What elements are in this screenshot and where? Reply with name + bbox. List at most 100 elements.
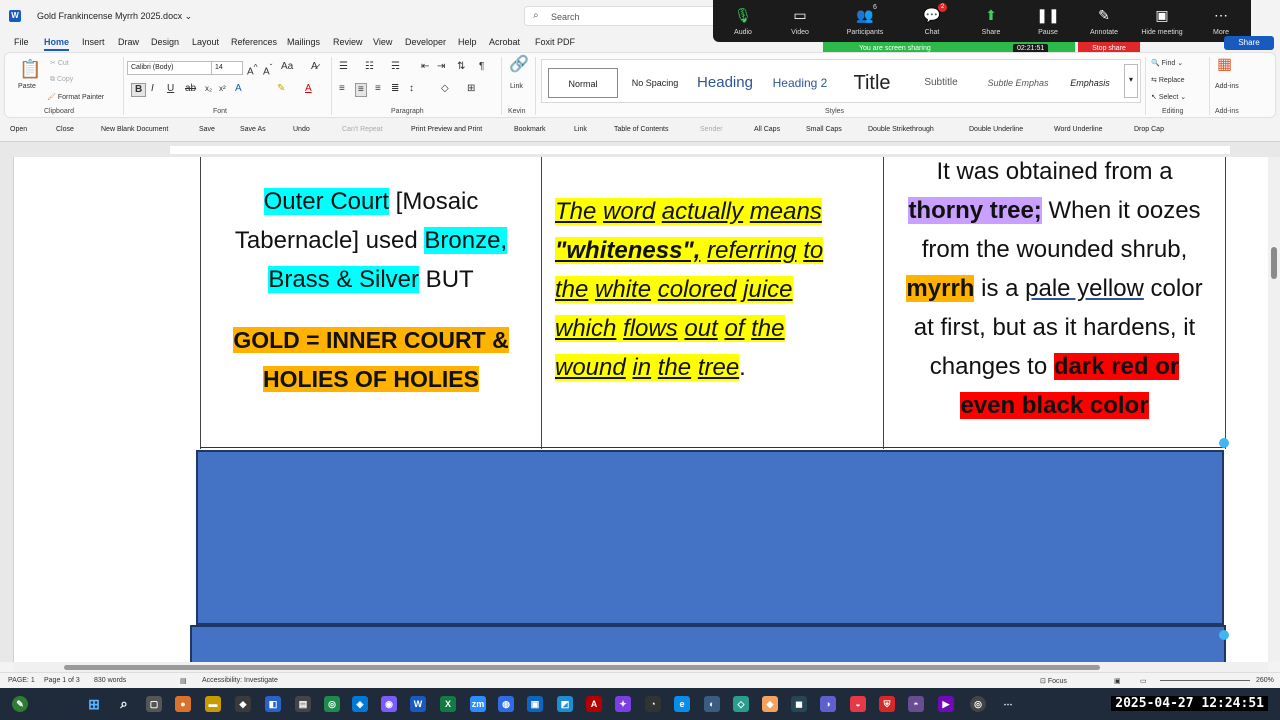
change-case-icon[interactable]: Aa bbox=[281, 61, 293, 73]
vertical-scrollbar[interactable] bbox=[1268, 157, 1280, 662]
text-effects-icon[interactable]: A bbox=[235, 83, 242, 95]
app-icon-6[interactable]: ◍ bbox=[498, 696, 514, 712]
qat-table-of-contents[interactable]: Table of Contents bbox=[614, 126, 668, 133]
multilevel-list-icon[interactable]: ☴ bbox=[391, 61, 400, 73]
app-icon-18[interactable]: ▶ bbox=[938, 696, 954, 712]
qat-double-strikethrough[interactable]: Double Strikethrough bbox=[868, 126, 934, 133]
style-subtitle[interactable]: Subtitle bbox=[906, 68, 976, 98]
table-cell-3[interactable]: It was obtained from a thorny tree; When… bbox=[884, 157, 1226, 449]
align-center-icon[interactable]: ≡ bbox=[355, 83, 367, 97]
tab-design[interactable]: Design bbox=[151, 37, 179, 47]
style-title[interactable]: Title bbox=[840, 68, 904, 98]
page-count[interactable]: Page 1 of 3 bbox=[44, 677, 80, 684]
app-icon-19[interactable]: ◎ bbox=[970, 696, 986, 712]
tab-layout[interactable]: Layout bbox=[192, 37, 219, 47]
qat-sender[interactable]: Sender bbox=[700, 126, 723, 133]
shape-resize-handle[interactable] bbox=[1219, 438, 1229, 448]
task-view-icon[interactable]: ▢ bbox=[146, 696, 162, 712]
qat-undo[interactable]: Undo bbox=[293, 126, 310, 133]
app-icon[interactable]: ◆ bbox=[235, 696, 251, 712]
style-heading-2[interactable]: Heading 2 bbox=[764, 68, 836, 98]
shrink-font-icon[interactable]: Aˇ bbox=[263, 61, 272, 78]
cut-button[interactable]: ✂ Cut bbox=[50, 59, 69, 67]
font-color-icon[interactable]: A bbox=[305, 83, 312, 95]
word-taskbar-icon[interactable]: W bbox=[410, 696, 426, 712]
app-icon-4[interactable]: ◎ bbox=[324, 696, 340, 712]
link-button[interactable]: Link bbox=[510, 83, 523, 90]
italic-icon[interactable]: I bbox=[151, 83, 154, 95]
styles-more-icon[interactable]: ▾ bbox=[1124, 64, 1138, 98]
tab-mailings[interactable]: Mailings bbox=[287, 37, 320, 47]
app-icon-3[interactable]: ▤ bbox=[295, 696, 311, 712]
qat-drop-cap[interactable]: Drop Cap bbox=[1134, 126, 1164, 133]
highlight-icon[interactable]: ✎ bbox=[277, 83, 285, 95]
tab-references[interactable]: References bbox=[231, 37, 277, 47]
decrease-indent-icon[interactable]: ⇤ bbox=[421, 61, 429, 73]
windows-start-icon[interactable]: ⊞ bbox=[86, 696, 102, 712]
horizontal-scroll-thumb[interactable] bbox=[64, 665, 1100, 670]
tab-view[interactable]: View bbox=[373, 37, 392, 47]
blue-rectangle-shape[interactable] bbox=[196, 450, 1224, 625]
line-spacing-icon[interactable]: ↕ bbox=[409, 83, 414, 95]
style-heading[interactable]: Heading bbox=[690, 68, 760, 98]
app-icon-15[interactable]: ◑ bbox=[820, 696, 836, 712]
zoom-level[interactable]: 260% bbox=[1256, 677, 1274, 684]
shading-icon[interactable]: ◇ bbox=[441, 83, 449, 95]
zoom-slider[interactable] bbox=[1160, 680, 1250, 681]
qat-cant-repeat[interactable]: Can't Repeat bbox=[342, 126, 383, 133]
format-painter-button[interactable]: 🖌 Format Painter bbox=[47, 93, 104, 101]
shield-icon[interactable]: ⛨ bbox=[879, 696, 895, 712]
user-avatar-icon[interactable]: ✎ bbox=[12, 696, 28, 712]
style-no-spacing[interactable]: No Spacing bbox=[622, 68, 688, 98]
copy-button[interactable]: ⧉ Copy bbox=[50, 76, 73, 84]
bold-icon[interactable]: B bbox=[131, 83, 147, 97]
tab-help[interactable]: Help bbox=[458, 37, 477, 47]
qat-link[interactable]: Link bbox=[574, 126, 587, 133]
qat-bookmark[interactable]: Bookmark bbox=[514, 126, 546, 133]
font-size-combo[interactable]: 14 bbox=[211, 61, 243, 75]
tab-home[interactable]: Home bbox=[44, 37, 70, 51]
qat-close[interactable]: Close bbox=[56, 126, 74, 133]
excel-taskbar-icon[interactable]: X bbox=[440, 696, 456, 712]
qat-open[interactable]: Open bbox=[10, 126, 27, 133]
clear-formatting-icon[interactable]: A̷ bbox=[311, 61, 318, 73]
borders-icon[interactable]: ⊞ bbox=[467, 83, 475, 95]
underline-icon[interactable]: U bbox=[167, 83, 174, 95]
word-count[interactable]: 830 words bbox=[94, 677, 126, 684]
blue-rectangle-shape-2[interactable] bbox=[190, 625, 1226, 662]
search-box[interactable]: ⌕ Search bbox=[524, 6, 720, 26]
zoom-taskbar-icon[interactable]: zm bbox=[470, 696, 486, 712]
justify-icon[interactable]: ≣ bbox=[391, 83, 399, 95]
paste-button[interactable]: Paste bbox=[18, 83, 36, 90]
document-page[interactable]: Outer Court [Mosaic Tabernacle] used Bro… bbox=[14, 157, 1268, 662]
proofing-icon[interactable]: ▤ bbox=[180, 677, 187, 685]
app-icon-12[interactable]: ◇ bbox=[733, 696, 749, 712]
horizontal-ruler[interactable] bbox=[0, 141, 1280, 157]
app-icon-9[interactable]: ✦ bbox=[615, 696, 631, 712]
replace-button[interactable]: ⇆ Replace bbox=[1151, 76, 1185, 84]
app-icon-17[interactable]: ◓ bbox=[908, 696, 924, 712]
vertical-scroll-thumb[interactable] bbox=[1271, 247, 1277, 279]
increase-indent-icon[interactable]: ⇥ bbox=[437, 61, 445, 73]
accessibility-status[interactable]: Accessibility: Investigate bbox=[202, 677, 278, 684]
app-icon-7[interactable]: ▣ bbox=[527, 696, 543, 712]
add-ins-icon[interactable]: ▦ bbox=[1217, 57, 1232, 73]
qat-small-caps[interactable]: Small Caps bbox=[806, 126, 842, 133]
font-name-combo[interactable]: Calibri (Body) bbox=[127, 61, 213, 75]
bullets-icon[interactable]: ☰ bbox=[339, 61, 348, 73]
qat-new-blank-document[interactable]: New Blank Document bbox=[101, 126, 168, 133]
qat-double-underline[interactable]: Double Underline bbox=[969, 126, 1023, 133]
qat-print-preview[interactable]: Print Preview and Print bbox=[411, 126, 482, 133]
select-button[interactable]: ↖ Select ⌄ bbox=[1151, 93, 1186, 101]
tab-insert[interactable]: Insert bbox=[82, 37, 105, 47]
tab-review[interactable]: Review bbox=[333, 37, 363, 47]
share-button[interactable]: Share bbox=[1224, 36, 1274, 50]
tab-draw[interactable]: Draw bbox=[118, 37, 139, 47]
qat-save[interactable]: Save bbox=[199, 126, 215, 133]
pilcrow-icon[interactable]: ¶ bbox=[479, 61, 484, 73]
style-normal[interactable]: Normal bbox=[548, 68, 618, 98]
tab-foxit-pdf[interactable]: Foxit PDF bbox=[535, 37, 575, 47]
link-icon[interactable]: 🔗 bbox=[509, 57, 529, 73]
tab-acrobat[interactable]: Acrobat bbox=[489, 37, 520, 47]
align-left-icon[interactable]: ≡ bbox=[339, 83, 345, 95]
